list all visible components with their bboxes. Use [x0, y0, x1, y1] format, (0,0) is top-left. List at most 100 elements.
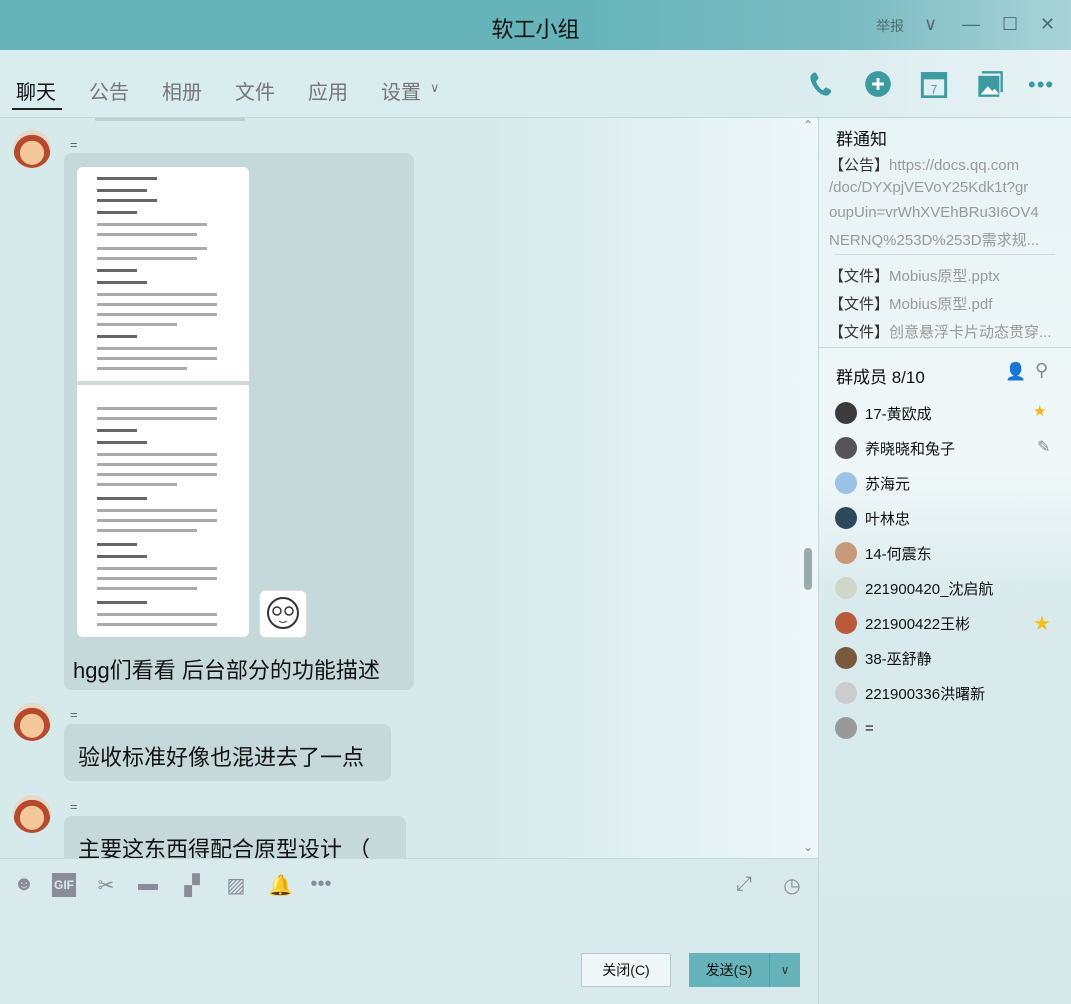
document-text-line: [97, 577, 217, 580]
announcement-line[interactable]: /doc/DYXpjVEVoY25Kdk1t?gr: [829, 179, 1059, 196]
collapse-button[interactable]: ∨: [924, 14, 937, 35]
gif-icon[interactable]: GIF: [52, 873, 76, 897]
title-bar: 软工小组 举报 ∨ — ☐ ✕: [0, 0, 1071, 50]
avatar: [835, 612, 857, 634]
announcement-line[interactable]: oupUin=vrWhXVEhBRu3I6OV4: [829, 204, 1059, 221]
avatar: [835, 647, 857, 669]
star-badge-icon: ★: [1033, 613, 1051, 635]
more-tools-icon[interactable]: •••: [306, 873, 336, 897]
history-icon[interactable]: ◷: [780, 873, 804, 897]
document-text-line: [97, 211, 137, 214]
member-item[interactable]: 苏海元: [835, 469, 1055, 497]
announcement-label: 【公告】: [829, 157, 890, 174]
edit-icon[interactable]: ✎: [1037, 437, 1050, 457]
document-text-line: [97, 453, 217, 456]
document-text-line: [97, 281, 147, 284]
document-text-line: [97, 429, 137, 432]
close-button[interactable]: ✕: [1040, 14, 1055, 35]
document-text-line: [97, 417, 217, 420]
sender-name: =: [70, 137, 78, 152]
document-text-line: [97, 233, 197, 236]
message-text: 主要这东西得配合原型设计 （: [78, 837, 371, 858]
avatar: [835, 577, 857, 599]
announcement-link[interactable]: 【公告】https://docs.qq.com: [829, 154, 1059, 175]
document-text-line: [97, 313, 217, 316]
add-chat-icon[interactable]: [864, 70, 892, 98]
scroll-down-icon[interactable]: ⌄: [803, 840, 813, 854]
document-text-line: [97, 357, 217, 360]
maximize-button[interactable]: ☐: [1002, 14, 1018, 35]
search-icon[interactable]: ⚲: [1035, 360, 1048, 381]
tab-bar: 聊天 公告 相册 文件 应用 设置 ∨: [0, 50, 1071, 118]
member-item[interactable]: 17-黄欧成: [835, 399, 1055, 427]
sticker-image[interactable]: [259, 590, 307, 638]
chevron-down-icon[interactable]: ∨: [430, 80, 440, 96]
tab-announcements[interactable]: 公告: [89, 76, 129, 105]
album-icon[interactable]: [976, 70, 1004, 98]
expand-icon[interactable]: ⤢: [732, 873, 756, 897]
send-options-dropdown[interactable]: ∨: [769, 953, 800, 987]
file-item[interactable]: 【文件】Mobius原型.pdf: [829, 293, 1059, 314]
active-tab-indicator: [12, 108, 62, 110]
document-text-line: [97, 323, 177, 326]
tab-files[interactable]: 文件: [235, 76, 275, 105]
emoji-icon[interactable]: ☻: [12, 873, 36, 897]
close-chat-button[interactable]: 关闭(C): [581, 953, 671, 987]
avatar: [835, 507, 857, 529]
scissors-icon[interactable]: ✂: [94, 873, 118, 897]
member-item[interactable]: 221900422王彬: [835, 609, 1055, 637]
phone-icon[interactable]: [808, 70, 836, 98]
member-item[interactable]: =: [835, 714, 1055, 742]
folder-icon[interactable]: ▬: [136, 873, 160, 897]
member-item[interactable]: 38-巫舒静: [835, 644, 1055, 672]
document-text-line: [97, 303, 217, 306]
avatar: [835, 472, 857, 494]
more-icon[interactable]: •••: [1028, 72, 1054, 98]
document-text-line: [97, 223, 207, 226]
add-member-icon[interactable]: 👤: [1005, 362, 1026, 382]
document-icon[interactable]: ▞: [180, 873, 204, 897]
group-owner-icon: ★: [1033, 403, 1047, 420]
announcement-line[interactable]: NERNQ%253D%253D需求规...: [829, 229, 1059, 250]
calendar-icon[interactable]: 7: [920, 70, 948, 98]
message-bubble: 主要这东西得配合原型设计 （: [64, 816, 406, 858]
member-item[interactable]: 221900420_沈启航: [835, 574, 1055, 602]
report-button[interactable]: 举报: [876, 16, 904, 36]
avatar[interactable]: [13, 130, 51, 168]
message-bubble: 验收标准好像也混进去了一点: [64, 724, 391, 781]
document-text-line: [97, 587, 197, 590]
avatar[interactable]: [13, 795, 51, 833]
document-text-line: [97, 189, 147, 192]
avatar: [835, 402, 857, 424]
sender-name: =: [70, 799, 78, 814]
scroll-up-icon[interactable]: ⌃: [803, 118, 813, 132]
bell-icon[interactable]: 🔔: [268, 873, 293, 897]
avatar: [835, 717, 857, 739]
avatar: [835, 437, 857, 459]
document-text-line: [97, 257, 197, 260]
message-input[interactable]: [10, 905, 808, 945]
document-text-line: [97, 613, 217, 616]
document-text-line: [97, 509, 217, 512]
scrollbar-thumb[interactable]: [804, 548, 812, 590]
minimize-button[interactable]: —: [962, 14, 980, 35]
document-screenshot-image[interactable]: [77, 167, 249, 637]
member-item[interactable]: 221900336洪曙新: [835, 679, 1055, 707]
member-item[interactable]: 养晓晓和兔子: [835, 434, 1055, 462]
image-icon[interactable]: ▨: [224, 873, 248, 897]
message-text: 验收标准好像也混进去了一点: [78, 745, 365, 770]
document-text-line: [97, 483, 177, 486]
document-text-line: [97, 497, 147, 500]
tab-album[interactable]: 相册: [162, 76, 202, 105]
member-item[interactable]: 14-何震东: [835, 539, 1055, 567]
document-text-line: [97, 601, 147, 604]
avatar[interactable]: [13, 703, 51, 741]
tab-apps[interactable]: 应用: [308, 76, 348, 105]
member-item[interactable]: 叶林忠: [835, 504, 1055, 532]
send-button[interactable]: 发送(S): [689, 953, 769, 987]
message-text: hgg们看看 后台部分的功能描述: [73, 658, 380, 683]
file-item[interactable]: 【文件】创意悬浮卡片动态贯穿...: [829, 321, 1059, 342]
tab-chat[interactable]: 聊天: [16, 76, 56, 105]
tab-settings[interactable]: 设置: [381, 76, 421, 105]
file-item[interactable]: 【文件】Mobius原型.pptx: [829, 265, 1059, 286]
